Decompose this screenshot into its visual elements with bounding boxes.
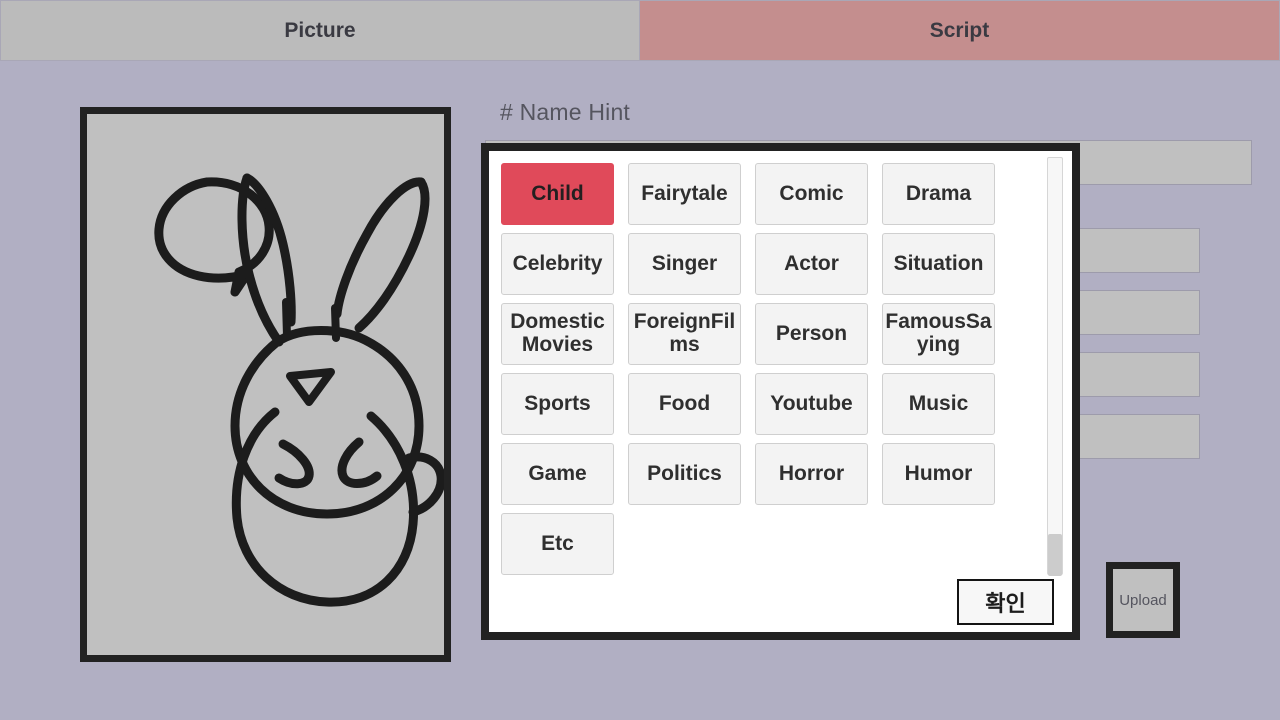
category-button[interactable]: Actor — [755, 233, 868, 295]
category-button[interactable]: Child — [501, 163, 614, 225]
category-button[interactable]: Sports — [501, 373, 614, 435]
category-button-label: Comic — [779, 183, 843, 206]
upload-button[interactable]: Upload — [1106, 562, 1180, 638]
category-button[interactable]: Fairytale — [628, 163, 741, 225]
category-button[interactable]: Music — [882, 373, 995, 435]
category-button-label: Food — [659, 393, 710, 416]
category-button-label: Etc — [541, 533, 574, 556]
category-button[interactable]: Youtube — [755, 373, 868, 435]
category-button-label: Fairytale — [641, 183, 727, 206]
tab-picture-label: Picture — [284, 19, 355, 43]
category-button[interactable]: Comic — [755, 163, 868, 225]
category-button-label: Youtube — [770, 393, 852, 416]
category-button[interactable]: ForeignFilms — [628, 303, 741, 365]
category-button[interactable]: Game — [501, 443, 614, 505]
tab-script[interactable]: Script — [640, 0, 1280, 61]
category-button-label: ForeignFilms — [629, 311, 740, 356]
category-button[interactable]: FamousSaying — [882, 303, 995, 365]
category-button[interactable]: Horror — [755, 443, 868, 505]
category-button[interactable]: Humor — [882, 443, 995, 505]
category-picker-modal: Child Fairytale Comic Drama Celebrity Singer A… — [481, 143, 1080, 640]
category-button[interactable]: Situation — [882, 233, 995, 295]
category-button-label: DomesticMovies — [502, 311, 613, 356]
category-button[interactable]: Food — [628, 373, 741, 435]
category-button-label: Sports — [524, 393, 591, 416]
category-button[interactable]: Celebrity — [501, 233, 614, 295]
modal-scrollbar[interactable] — [1047, 157, 1063, 575]
picture-canvas[interactable] — [80, 107, 451, 662]
category-button[interactable]: Drama — [882, 163, 995, 225]
category-button-label: Situation — [894, 253, 984, 276]
category-button[interactable]: Etc — [501, 513, 614, 575]
category-button-label: Person — [776, 323, 847, 346]
category-grid: Child Fairytale Comic Drama Celebrity Singer A… — [501, 163, 1072, 575]
category-button-label: Music — [909, 393, 969, 416]
category-button[interactable]: Singer — [628, 233, 741, 295]
category-button[interactable]: Politics — [628, 443, 741, 505]
category-button-label: Politics — [647, 463, 722, 486]
category-scroll-area[interactable]: Child Fairytale Comic Drama Celebrity Singer A… — [489, 151, 1072, 577]
category-button[interactable]: DomesticMovies — [501, 303, 614, 365]
category-button-label: Drama — [906, 183, 971, 206]
confirm-button-label: 확인 — [985, 586, 1025, 618]
category-button-label: Humor — [905, 463, 973, 486]
category-button-label: Child — [531, 183, 584, 206]
category-button-label: Singer — [652, 253, 717, 276]
upload-button-label: Upload — [1119, 592, 1167, 609]
category-button-label: Horror — [779, 463, 844, 486]
modal-footer: 확인 — [489, 577, 1072, 632]
modal-scrollbar-thumb[interactable] — [1048, 534, 1062, 576]
tab-bar: Picture Script — [0, 0, 1280, 61]
confirm-button[interactable]: 확인 — [957, 579, 1054, 625]
name-hint-label: # Name Hint — [500, 99, 630, 126]
tab-script-label: Script — [930, 19, 990, 43]
category-button-label: Game — [528, 463, 586, 486]
category-button-label: Celebrity — [513, 253, 603, 276]
category-button[interactable]: Person — [755, 303, 868, 365]
category-button-label: FamousSaying — [883, 311, 994, 356]
category-button-label: Actor — [784, 253, 839, 276]
rabbit-drawing-icon — [87, 114, 444, 655]
tab-picture[interactable]: Picture — [0, 0, 640, 61]
